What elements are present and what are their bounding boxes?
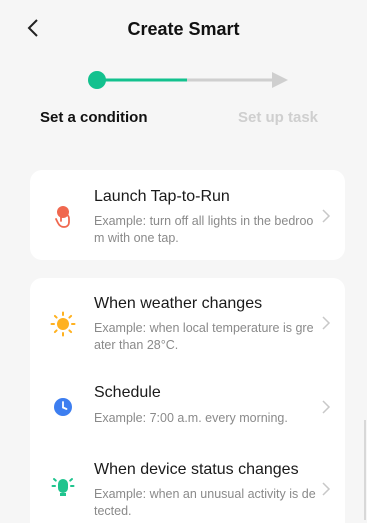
- tap-to-run-desc: Example: turn off all lights in the bedr…: [94, 214, 314, 245]
- header: Create Smart: [0, 0, 367, 60]
- tap-to-run-title: Launch Tap-to-Run: [94, 188, 230, 205]
- device-status-condition-title: When device status changes: [94, 461, 299, 478]
- tap-to-run-card: Launch Tap-to-Run Example: turn off all …: [30, 170, 345, 260]
- chevron-right-icon: [322, 209, 331, 223]
- scrollbar[interactable]: [364, 420, 366, 520]
- chevron-right-icon: [322, 482, 331, 496]
- step-next-arrow-icon: [272, 72, 288, 88]
- schedule-condition-title: Schedule: [94, 384, 161, 401]
- weather-condition-item[interactable]: When weather changes Example: when local…: [30, 278, 345, 368]
- tap-to-run-item[interactable]: Launch Tap-to-Run Example: turn off all …: [30, 170, 345, 260]
- step-labels: Set a condition Set up task: [0, 109, 367, 129]
- clock-icon: [54, 398, 72, 416]
- conditions-card: When weather changes Example: when local…: [30, 278, 345, 523]
- chevron-right-icon: [322, 400, 331, 414]
- weather-condition-title: When weather changes: [94, 295, 263, 312]
- schedule-condition-item[interactable]: Schedule Example: 7:00 a.m. every mornin…: [30, 368, 345, 448]
- progress-stepper: [88, 71, 288, 89]
- sun-icon: [50, 311, 76, 337]
- weather-condition-desc: Example: when local temperature is great…: [94, 321, 314, 352]
- tap-hand-icon: [55, 206, 70, 228]
- chevron-right-icon: [322, 316, 331, 330]
- device-status-condition-desc: Example: when an unusual activity is det…: [94, 487, 316, 518]
- schedule-condition-desc: Example: 7:00 a.m. every morning.: [94, 411, 288, 425]
- device-icon: [51, 478, 75, 496]
- device-status-condition-item[interactable]: When device status changes Example: when…: [30, 448, 345, 523]
- step-current-dot: [88, 71, 106, 89]
- step-label-next: Set up task: [238, 109, 319, 126]
- step-label-current: Set a condition: [40, 109, 148, 126]
- page-title: Create Smart: [127, 19, 240, 39]
